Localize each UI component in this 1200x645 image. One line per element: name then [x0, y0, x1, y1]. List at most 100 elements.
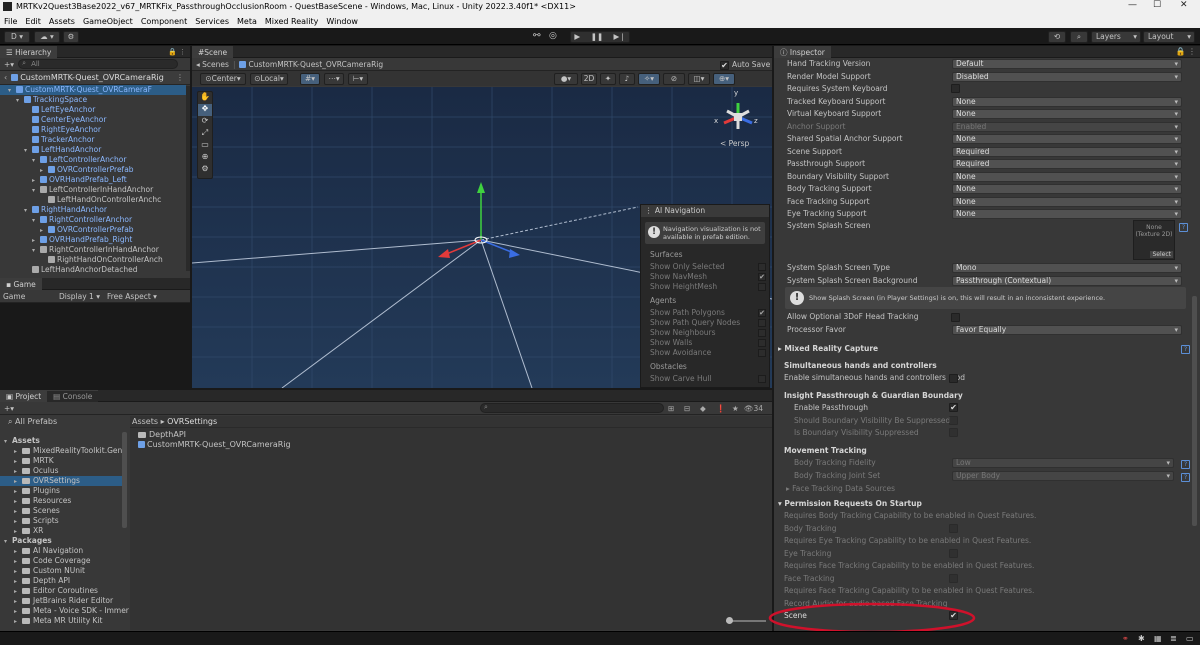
project-folder-item[interactable]: ▸ Scenes [0, 506, 122, 516]
orientation-gizmo[interactable]: y x z < Persp [714, 89, 762, 148]
joint-set-dropdown[interactable]: Upper Body [952, 471, 1174, 481]
is-boundary-checkbox[interactable] [949, 428, 958, 437]
breadcrumb-ovrsettings[interactable]: OVRSettings [167, 417, 217, 426]
target-icon[interactable]: ◎ [549, 31, 557, 41]
account-dropdown[interactable]: D ▾ [4, 31, 30, 43]
history-icon[interactable]: ⟲ [1048, 31, 1066, 43]
project-folder-item[interactable]: ▸ OVRSettings [0, 476, 122, 486]
inspector-checkbox[interactable] [951, 84, 960, 93]
hierarchy-item[interactable]: ▸ OVRControllerPrefab [40, 165, 190, 175]
project-folder-item[interactable]: ▸ Plugins [0, 486, 122, 496]
help-icon[interactable]: ? [1181, 460, 1190, 469]
bug-icon[interactable]: ✱ [1138, 634, 1145, 643]
permission-foldout[interactable]: ▾ Permission Requests On Startup [778, 499, 922, 508]
search-icon[interactable]: ⌕ [1070, 31, 1088, 43]
hierarchy-item[interactable]: TrackerAnchor [24, 135, 190, 145]
tab-hierarchy[interactable]: ☰ Hierarchy [0, 45, 58, 58]
foldout-arrow-icon[interactable]: ▾ [32, 216, 40, 226]
processor-favor-dropdown[interactable]: Favor Equally [952, 325, 1182, 335]
project-folder-item[interactable]: ▸ Editor Coroutines [0, 586, 122, 596]
inspector-dropdown[interactable]: None [952, 109, 1182, 119]
slider-handle[interactable] [726, 617, 733, 624]
inspector-dropdown[interactable]: Disabled [952, 71, 1182, 82]
snap-increment-button[interactable]: ⋯▾ [324, 72, 344, 85]
breadcrumb-assets[interactable]: Assets [132, 417, 158, 426]
inspector-dropdown[interactable]: Required [952, 146, 1182, 157]
ai-nav-option-checkbox[interactable] [758, 349, 766, 357]
inspector-dropdown[interactable]: Enabled [952, 121, 1182, 132]
menu-edit[interactable]: Edit [25, 17, 41, 26]
inspector-dropdown[interactable]: None [952, 209, 1182, 219]
ai-nav-option-checkbox[interactable] [758, 263, 766, 271]
favorite-star-icon[interactable]: ★ [732, 404, 739, 413]
ai-nav-option-checkbox[interactable] [758, 283, 766, 291]
help-icon[interactable]: ? [1179, 223, 1188, 232]
inspector-dropdown[interactable]: Default [952, 59, 1182, 69]
should-boundary-checkbox[interactable] [949, 416, 958, 425]
ai-nav-option-checkbox[interactable] [758, 329, 766, 337]
hierarchy-item[interactable]: ▸ OVRHandPrefab_Right [32, 235, 190, 245]
simultaneous-enable-checkbox[interactable] [949, 374, 958, 383]
foldout-arrow-icon[interactable]: ▾ [32, 186, 40, 196]
perm-face-checkbox[interactable] [949, 574, 958, 583]
hierarchy-item[interactable]: ▾ LeftControllerInHandAnchor [32, 185, 190, 195]
filter-by-label-icon[interactable]: ⊟ [684, 404, 690, 413]
hierarchy-item[interactable]: ▸ OVRControllerPrefab [40, 225, 190, 235]
hierarchy-item[interactable]: ▾ TrackingSpace [16, 95, 190, 105]
menu-assets[interactable]: Assets [49, 17, 75, 26]
audio-icon[interactable]: ♪ [619, 72, 635, 85]
cache-icon[interactable]: ▭ [1186, 634, 1194, 643]
project-folder-item[interactable]: ▾ Packages [0, 536, 122, 546]
project-file-item[interactable]: CustomMRTK-Quest_OVRCameraRig [138, 440, 772, 450]
hierarchy-item[interactable]: ▾ LeftControllerAnchor [32, 155, 190, 165]
inspector-dropdown[interactable]: None [952, 134, 1182, 144]
menu-gameobject[interactable]: GameObject [83, 17, 133, 26]
tab-scene[interactable]: #Scene [192, 45, 234, 58]
foldout-arrow-icon[interactable]: ▾ [24, 206, 32, 216]
filter-by-type-icon[interactable]: ⊞ [668, 404, 674, 413]
hidden-objects-icon[interactable]: ⊘ [663, 72, 685, 85]
ai-nav-section-header[interactable]: Surfaces [650, 250, 682, 260]
custom-tool-icon[interactable]: ⚙ [198, 164, 212, 176]
inspector-dropdown[interactable]: Required [952, 159, 1182, 169]
hierarchy-search-input[interactable]: ⌕ All [18, 59, 179, 69]
play-button[interactable]: ▶ [574, 32, 580, 41]
project-folder-item[interactable]: ▸ Code Coverage [0, 556, 122, 566]
hierarchy-item[interactable]: ▾ LeftHandAnchor [24, 145, 190, 155]
step-button[interactable]: ▶❘ [614, 32, 626, 41]
layout-dropdown[interactable]: Layout ▾ [1143, 31, 1195, 43]
hierarchy-item[interactable]: RightHandOnControllerAnch [40, 255, 190, 265]
minimize-button[interactable]: — [1128, 0, 1137, 10]
mode-2d-button[interactable]: 2D [581, 72, 597, 85]
hierarchy-item[interactable]: ▾ RightHandAnchor [24, 205, 190, 215]
inspector-dropdown[interactable]: None [952, 184, 1182, 194]
grid-snap-button[interactable]: #▾ [300, 72, 320, 85]
project-folder-item[interactable]: ▸ XR [0, 526, 122, 536]
perm-body-checkbox[interactable] [949, 524, 958, 533]
inspector-dropdown[interactable]: None [952, 196, 1182, 207]
lighting-icon[interactable]: ✦ [600, 72, 616, 85]
hierarchy-scrollbar[interactable] [186, 86, 190, 271]
menu-mixed-reality[interactable]: Mixed Reality [265, 17, 319, 26]
project-folder-item[interactable]: ▸ Meta MR Utility Kit [0, 616, 122, 626]
project-folder-item[interactable]: ▸ AI Navigation [0, 546, 122, 556]
add-object-icon[interactable]: +▾ [4, 60, 14, 69]
foldout-arrow-icon[interactable]: ▾ [24, 146, 32, 156]
ruler-button[interactable]: ⊢▾ [348, 72, 368, 85]
ai-nav-section-header[interactable]: Obstacles [650, 362, 687, 372]
tag-icon[interactable]: ◆ [700, 404, 706, 413]
project-folder-item[interactable]: ▸ Oculus [0, 466, 122, 476]
inspector-dropdown[interactable]: Mono [952, 263, 1182, 273]
hierarchy-item[interactable]: LeftHandOnControllerAnchc [40, 195, 190, 205]
ai-nav-option-checkbox[interactable] [758, 375, 766, 383]
project-folder-item[interactable]: ▸ Resources [0, 496, 122, 506]
icon-size-slider[interactable] [726, 617, 766, 624]
ai-nav-option-checkbox[interactable] [758, 339, 766, 347]
pivot-dropdown[interactable]: ⊙Center▾ [200, 72, 246, 85]
hierarchy-item[interactable]: ▾ RightControllerInHandAnchor [32, 245, 190, 255]
ai-nav-option-checkbox[interactable] [758, 319, 766, 327]
face-sources-foldout[interactable]: ▸ Face Tracking Data Sources [786, 484, 895, 493]
game-display-dropdown[interactable]: Game [3, 292, 59, 301]
move-tool-icon[interactable]: ✥ [198, 104, 212, 116]
menu-component[interactable]: Component [141, 17, 187, 26]
